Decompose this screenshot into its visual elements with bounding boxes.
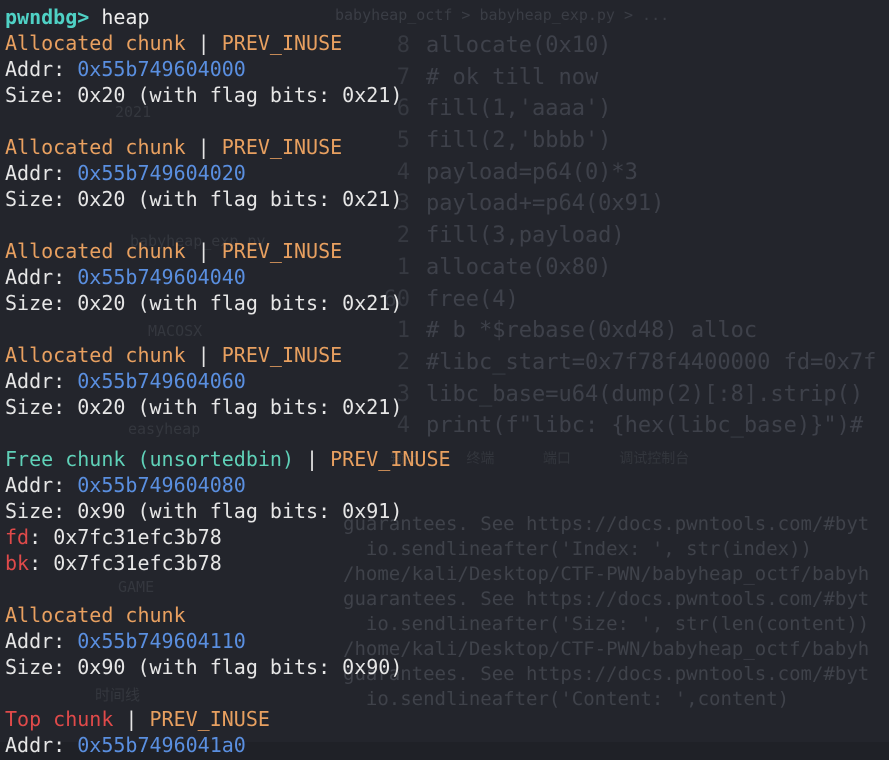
- chunk-type: Top chunk: [5, 707, 114, 731]
- size-value: 0x20 (with flag bits: 0x21): [77, 395, 403, 419]
- chunk-fd: fd: 0x7fc31efc3b78: [5, 524, 885, 550]
- chunk-flag: PREV_INUSE: [221, 343, 343, 367]
- chunk-addr: Addr: 0x55b749604000: [5, 56, 885, 82]
- chunk-size: Size: 0x20 (with flag bits: 0x21): [5, 394, 885, 420]
- chunk-type: Allocated chunk: [5, 239, 186, 263]
- separator: |: [197, 343, 210, 367]
- fd-value: 0x7fc31efc3b78: [53, 525, 222, 549]
- size-value: 0x20 (with flag bits: 0x21): [77, 291, 403, 315]
- bk-value: 0x7fc31efc3b78: [53, 551, 222, 575]
- size-label: Size:: [5, 187, 66, 211]
- terminal-output[interactable]: pwndbg> heap Allocated chunk | PREV_INUS…: [5, 4, 885, 758]
- addr-value: 0x55b749604110: [77, 629, 246, 653]
- addr-label: Addr:: [5, 161, 66, 185]
- addr-value: 0x55b749604000: [77, 57, 246, 81]
- chunk-bk: bk: 0x7fc31efc3b78: [5, 550, 885, 576]
- chunk-type: Allocated chunk: [5, 135, 186, 159]
- chunk-addr: Addr: 0x55b749604110: [5, 628, 885, 654]
- addr-label: Addr:: [5, 629, 66, 653]
- addr-value: 0x55b749604040: [77, 265, 246, 289]
- chunk-flag: PREV_INUSE: [221, 239, 343, 263]
- prompt: pwndbg>: [5, 5, 90, 29]
- separator: |: [125, 707, 138, 731]
- chunk-addr: Addr: 0x55b749604060: [5, 368, 885, 394]
- chunk-flag: PREV_INUSE: [221, 135, 343, 159]
- chunk-header: Allocated chunk: [5, 602, 885, 628]
- chunk-flag: PREV_INUSE: [330, 447, 451, 471]
- size-label: Size:: [5, 291, 66, 315]
- chunk-type: Free chunk (unsortedbin): [5, 447, 294, 471]
- addr-label: Addr:: [5, 369, 66, 393]
- prompt-line: pwndbg> heap: [5, 4, 885, 30]
- chunk-addr: Addr: 0x55b749604080: [5, 472, 885, 498]
- addr-label: Addr:: [5, 473, 66, 497]
- size-value: 0x90 (with flag bits: 0x90): [77, 655, 403, 679]
- chunk-type: Allocated chunk: [5, 343, 186, 367]
- chunk-flag: PREV_INUSE: [221, 31, 343, 55]
- chunk-header: Allocated chunk | PREV_INUSE: [5, 342, 885, 368]
- size-label: Size:: [5, 395, 66, 419]
- chunk-addr: Addr: 0x55b7496041a0: [5, 732, 885, 758]
- chunk-size: Size: 0x90 (with flag bits: 0x91): [5, 498, 885, 524]
- size-value: 0x90 (with flag bits: 0x91): [77, 499, 403, 523]
- chunk-flag: PREV_INUSE: [149, 707, 270, 731]
- chunk-header: Allocated chunk | PREV_INUSE: [5, 238, 885, 264]
- colon: :: [29, 551, 42, 575]
- separator: |: [197, 135, 210, 159]
- chunk-size: Size: 0x20 (with flag bits: 0x21): [5, 82, 885, 108]
- chunk-addr: Addr: 0x55b749604020: [5, 160, 885, 186]
- chunk-size: Size: 0x20 (with flag bits: 0x21): [5, 186, 885, 212]
- chunk-header: Allocated chunk | PREV_INUSE: [5, 30, 885, 56]
- size-value: 0x20 (with flag bits: 0x21): [77, 83, 403, 107]
- addr-value: 0x55b749604080: [77, 473, 246, 497]
- size-value: 0x20 (with flag bits: 0x21): [77, 187, 403, 211]
- fd-label: fd: [5, 525, 30, 549]
- addr-value: 0x55b749604060: [77, 369, 246, 393]
- size-label: Size:: [5, 83, 66, 107]
- chunk-size: Size: 0x20 (with flag bits: 0x21): [5, 290, 885, 316]
- chunk-header: Top chunk | PREV_INUSE: [5, 706, 885, 732]
- addr-value: 0x55b749604020: [77, 161, 246, 185]
- separator: |: [306, 447, 319, 471]
- chunk-addr: Addr: 0x55b749604040: [5, 264, 885, 290]
- chunk-type: Allocated chunk: [5, 31, 186, 55]
- size-label: Size:: [5, 499, 66, 523]
- separator: |: [197, 239, 210, 263]
- chunk-header: Allocated chunk | PREV_INUSE: [5, 134, 885, 160]
- separator: |: [197, 31, 210, 55]
- addr-label: Addr:: [5, 733, 66, 757]
- colon: :: [29, 525, 42, 549]
- chunk-header: Free chunk (unsortedbin) | PREV_INUSE: [5, 446, 885, 472]
- chunk-size: Size: 0x90 (with flag bits: 0x90): [5, 654, 885, 680]
- command: heap: [101, 5, 150, 29]
- addr-label: Addr:: [5, 265, 66, 289]
- size-label: Size:: [5, 655, 66, 679]
- chunk-type: Allocated chunk: [5, 603, 186, 627]
- addr-label: Addr:: [5, 57, 66, 81]
- bk-label: bk: [5, 551, 30, 575]
- addr-value: 0x55b7496041a0: [77, 733, 246, 757]
